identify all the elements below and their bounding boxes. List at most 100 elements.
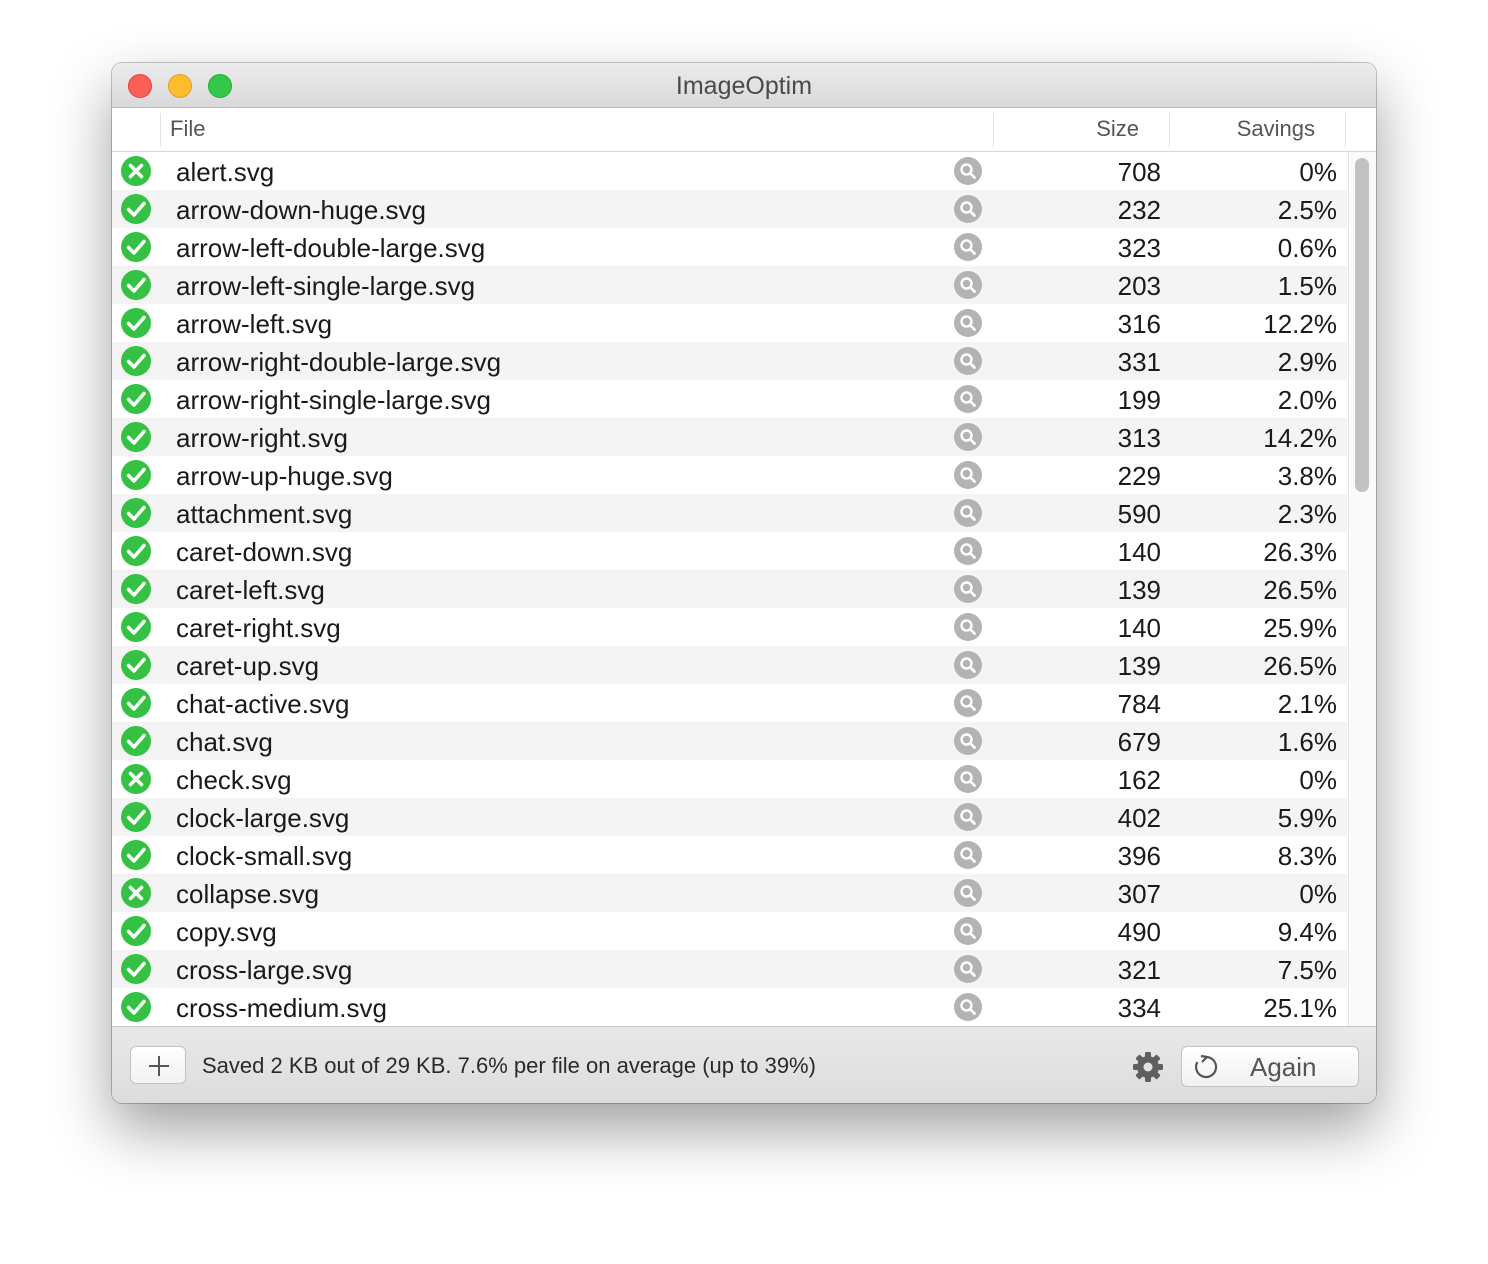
table-row[interactable]: alert.svg 708 0% <box>112 152 1347 190</box>
table-row[interactable]: cross-large.svg 321 7.5% <box>112 950 1347 988</box>
magnifier-icon[interactable] <box>953 346 983 376</box>
add-files-button[interactable] <box>130 1046 186 1084</box>
file-savings: 25.9% <box>1263 613 1337 643</box>
magnifier-icon[interactable] <box>953 308 983 338</box>
table-row[interactable]: arrow-left.svg 316 12.2% <box>112 304 1347 342</box>
check-circle-icon <box>121 536 151 566</box>
table-row[interactable]: cross-medium.svg 334 25.1% <box>112 988 1347 1026</box>
magnifier-icon[interactable] <box>953 194 983 224</box>
file-savings: 2.0% <box>1277 385 1337 415</box>
title-bar[interactable]: ImageOptim <box>112 63 1376 108</box>
file-savings: 2.5% <box>1277 195 1337 225</box>
check-circle-icon <box>121 612 151 642</box>
table-row[interactable]: chat.svg 679 1.6% <box>112 722 1347 760</box>
column-header-size[interactable]: Size <box>1096 108 1139 149</box>
table-row[interactable]: arrow-left-double-large.svg 323 0.6% <box>112 228 1347 266</box>
magnifier-icon[interactable] <box>953 802 983 832</box>
table-row[interactable]: check.svg 162 0% <box>112 760 1347 798</box>
table-row[interactable]: arrow-right.svg 313 14.2% <box>112 418 1347 456</box>
column-header-file[interactable]: File <box>170 108 205 149</box>
file-size: 203 <box>1117 271 1161 301</box>
table-row[interactable]: arrow-right-double-large.svg 331 2.9% <box>112 342 1347 380</box>
check-circle-icon <box>121 232 151 262</box>
table-row[interactable]: arrow-right-single-large.svg 199 2.0% <box>112 380 1347 418</box>
file-size: 232 <box>1117 195 1161 225</box>
file-size: 784 <box>1117 689 1161 719</box>
table-row[interactable]: clock-large.svg 402 5.9% <box>112 798 1347 836</box>
column-header-savings[interactable]: Savings <box>1237 108 1315 149</box>
check-circle-icon <box>121 574 151 604</box>
magnifier-icon[interactable] <box>953 536 983 566</box>
again-button[interactable]: Again <box>1181 1046 1359 1087</box>
check-circle-icon <box>121 460 151 490</box>
magnifier-icon[interactable] <box>953 156 983 186</box>
file-savings: 26.5% <box>1263 575 1337 605</box>
file-savings: 7.5% <box>1277 955 1337 985</box>
magnifier-icon[interactable] <box>953 954 983 984</box>
magnifier-icon[interactable] <box>953 232 983 262</box>
magnifier-icon[interactable] <box>953 460 983 490</box>
file-savings: 26.5% <box>1263 651 1337 681</box>
file-name: arrow-right.svg <box>176 423 348 453</box>
table-row[interactable]: caret-left.svg 139 26.5% <box>112 570 1347 608</box>
file-savings: 25.1% <box>1263 993 1337 1023</box>
window-title: ImageOptim <box>675 72 813 100</box>
table-row[interactable]: clock-small.svg 396 8.3% <box>112 836 1347 874</box>
magnifier-icon[interactable] <box>953 422 983 452</box>
magnifier-icon[interactable] <box>953 764 983 794</box>
check-circle-icon <box>121 802 151 832</box>
table-row[interactable]: caret-up.svg 139 26.5% <box>112 646 1347 684</box>
file-size: 708 <box>1117 157 1161 187</box>
column-divider <box>993 113 994 147</box>
magnifier-icon[interactable] <box>953 612 983 642</box>
table-row[interactable]: collapse.svg 307 0% <box>112 874 1347 912</box>
table-row[interactable]: arrow-down-huge.svg 232 2.5% <box>112 190 1347 228</box>
table-row[interactable]: attachment.svg 590 2.3% <box>112 494 1347 532</box>
file-size: 199 <box>1117 385 1161 415</box>
magnifier-icon[interactable] <box>953 384 983 414</box>
column-divider <box>1169 113 1170 147</box>
vertical-scrollbar[interactable] <box>1348 152 1376 1026</box>
check-circle-icon <box>121 498 151 528</box>
magnifier-icon[interactable] <box>953 840 983 870</box>
file-savings: 2.1% <box>1277 689 1337 719</box>
file-name: alert.svg <box>176 157 275 187</box>
magnifier-icon[interactable] <box>953 992 983 1022</box>
table-row[interactable]: copy.svg 490 9.4% <box>112 912 1347 950</box>
file-size: 307 <box>1117 879 1161 909</box>
magnifier-icon[interactable] <box>953 270 983 300</box>
file-size: 590 <box>1117 499 1161 529</box>
magnifier-icon[interactable] <box>953 650 983 680</box>
file-savings: 0% <box>1299 157 1337 187</box>
file-savings: 1.5% <box>1277 271 1337 301</box>
file-name: arrow-up-huge.svg <box>176 461 393 491</box>
magnifier-icon[interactable] <box>953 726 983 756</box>
file-size: 334 <box>1117 993 1161 1023</box>
file-name: chat.svg <box>176 727 273 757</box>
plus-icon <box>149 1056 169 1076</box>
file-size: 139 <box>1117 575 1161 605</box>
magnifier-icon[interactable] <box>953 916 983 946</box>
table-row[interactable]: arrow-up-huge.svg 229 3.8% <box>112 456 1347 494</box>
scrollbar-thumb[interactable] <box>1355 158 1369 492</box>
magnifier-icon[interactable] <box>953 574 983 604</box>
again-label: Again <box>1250 1052 1317 1082</box>
file-name: caret-down.svg <box>176 537 353 567</box>
status-bar: Saved 2 KB out of 29 KB. 7.6% per file o… <box>112 1026 1376 1103</box>
file-name: attachment.svg <box>176 499 353 529</box>
magnifier-icon[interactable] <box>953 688 983 718</box>
table-row[interactable]: caret-down.svg 140 26.3% <box>112 532 1347 570</box>
check-circle-icon <box>121 308 151 338</box>
check-circle-icon <box>121 726 151 756</box>
table-row[interactable]: caret-right.svg 140 25.9% <box>112 608 1347 646</box>
table-row[interactable]: chat-active.svg 784 2.1% <box>112 684 1347 722</box>
table-row[interactable]: arrow-left-single-large.svg 203 1.5% <box>112 266 1347 304</box>
magnifier-icon[interactable] <box>953 498 983 528</box>
file-name: arrow-left.svg <box>176 309 333 339</box>
gear-icon[interactable] <box>1132 1051 1164 1083</box>
file-size: 490 <box>1117 917 1161 947</box>
magnifier-icon[interactable] <box>953 878 983 908</box>
file-name: clock-large.svg <box>176 803 350 833</box>
file-size: 679 <box>1117 727 1161 757</box>
check-circle-icon <box>121 270 151 300</box>
